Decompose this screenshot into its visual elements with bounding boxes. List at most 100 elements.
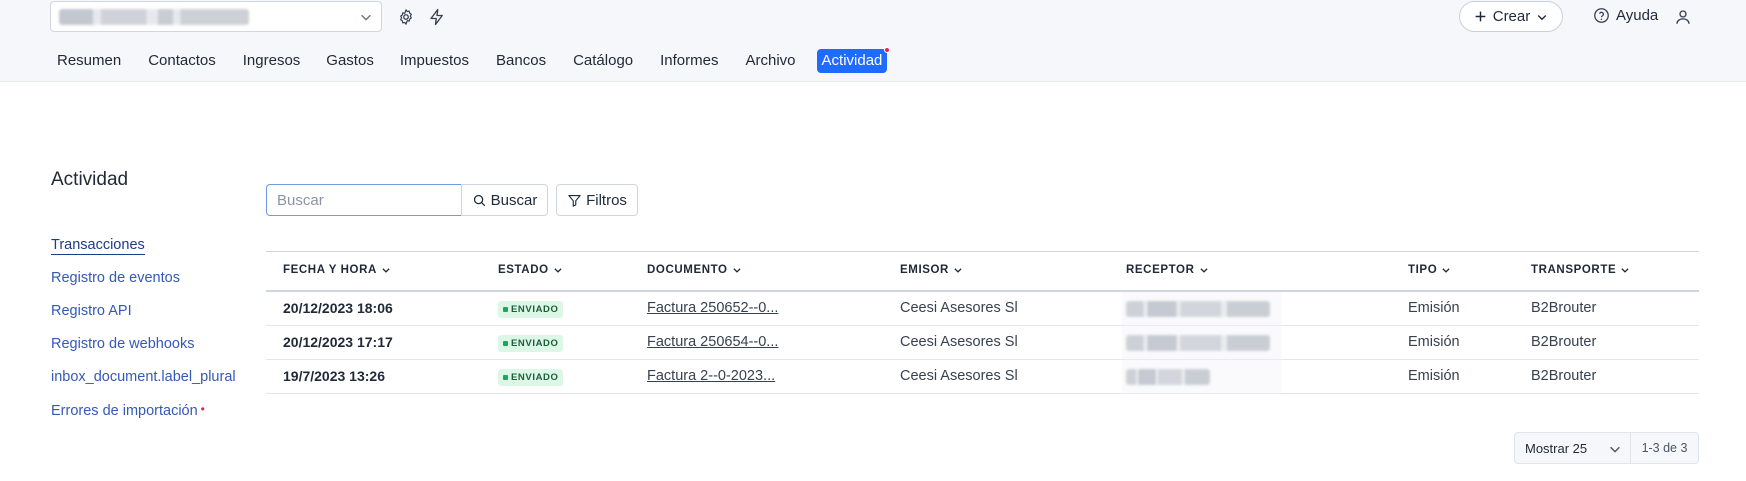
lightning-icon[interactable] (428, 8, 446, 26)
status-badge: ENVIADO (498, 369, 564, 386)
help-label: Ayuda (1616, 7, 1659, 24)
row-issuer: Ceesi Asesores Sl (900, 368, 1018, 384)
chevron-down-icon (1610, 446, 1620, 453)
row-type: Emisión (1408, 334, 1460, 350)
row-transport: B2Brouter (1531, 368, 1597, 384)
status-dot-icon (503, 375, 508, 380)
chevron-down-icon (954, 268, 962, 273)
top-bar: Crear Ayuda Resumen Contactos Ingresos G… (0, 0, 1746, 82)
company-select[interactable] (50, 1, 382, 32)
user-icon[interactable] (1674, 8, 1692, 26)
status-badge-label: ENVIADO (511, 338, 559, 349)
nav-item-gastos[interactable]: Gastos (326, 50, 374, 72)
status-badge: ENVIADO (498, 335, 564, 352)
sidebar-item-inbox-documents[interactable]: inbox_document.label_plural (51, 369, 236, 385)
create-button[interactable]: Crear (1459, 1, 1563, 32)
nav-item-informes[interactable]: Informes (660, 50, 718, 72)
column-header-type-label: TIPO (1408, 264, 1438, 276)
help-link[interactable]: Ayuda (1593, 7, 1658, 24)
sidebar-item-registro-webhooks[interactable]: Registro de webhooks (51, 336, 194, 352)
nav-item-archivo[interactable]: Archivo (745, 50, 795, 72)
row-issuer: Ceesi Asesores Sl (900, 300, 1018, 316)
required-dot: • (200, 402, 205, 416)
chevron-down-icon (1199, 268, 1208, 273)
column-header-document-label: DOCUMENTO (647, 264, 728, 276)
search-button[interactable]: Buscar (461, 184, 548, 216)
search-input[interactable] (266, 184, 462, 216)
column-header-transport[interactable]: TRANSPORTE (1531, 264, 1630, 276)
column-header-receiver[interactable]: RECEPTOR (1126, 264, 1209, 276)
row-type: Emisión (1408, 368, 1460, 384)
nav-item-catalogo[interactable]: Catálogo (573, 50, 633, 72)
main-nav: Resumen Contactos Ingresos Gastos Impues… (57, 47, 891, 73)
table-header: FECHA Y HORA ESTADO DOCUMENTO EMISOR REC… (266, 252, 1699, 292)
page-range: 1-3 de 3 (1631, 432, 1699, 464)
table-row[interactable]: 19/7/2023 13:26 ENVIADO Factura 2--0-202… (266, 360, 1699, 394)
row-transport: B2Brouter (1531, 300, 1597, 316)
column-header-issuer[interactable]: EMISOR (900, 264, 963, 276)
row-type: Emisión (1408, 300, 1460, 316)
status-dot-icon (503, 341, 508, 346)
page-size-label: Mostrar 25 (1525, 440, 1588, 456)
row-receiver-redacted (1126, 369, 1210, 385)
status-badge-label: ENVIADO (511, 372, 559, 383)
filters-button-label: Filtros (586, 191, 627, 209)
nav-item-actividad[interactable]: Actividad (816, 47, 891, 73)
column-header-date-label: FECHA Y HORA (283, 264, 377, 276)
chevron-down-icon (554, 268, 562, 273)
status-dot-icon (503, 307, 508, 312)
transactions-table: FECHA Y HORA ESTADO DOCUMENTO EMISOR REC… (266, 251, 1699, 394)
settings-icon[interactable] (397, 8, 415, 26)
filter-icon (568, 194, 581, 207)
status-badge-label: ENVIADO (511, 304, 559, 315)
table-row[interactable]: 20/12/2023 17:17 ENVIADO Factura 250654-… (266, 326, 1699, 360)
chevron-down-icon (382, 268, 390, 273)
filters-button[interactable]: Filtros (556, 184, 638, 216)
chevron-down-icon (1621, 268, 1629, 273)
sidebar-item-transacciones[interactable]: Transacciones (51, 237, 145, 255)
nav-item-actividad-label: Actividad (821, 52, 883, 69)
column-header-transport-label: TRANSPORTE (1531, 264, 1617, 276)
column-header-status-label: ESTADO (498, 264, 549, 276)
column-header-type[interactable]: TIPO (1408, 264, 1451, 276)
chevron-down-icon (1442, 268, 1450, 273)
document-link[interactable]: Factura 250652--0... (647, 300, 778, 316)
row-transport: B2Brouter (1531, 334, 1597, 350)
chevron-down-icon (733, 268, 741, 273)
row-issuer: Ceesi Asesores Sl (900, 334, 1018, 350)
notification-dot (884, 47, 891, 53)
row-receiver-redacted (1126, 335, 1270, 351)
chevron-down-icon (361, 14, 371, 21)
chevron-down-icon (1538, 14, 1547, 20)
column-header-date[interactable]: FECHA Y HORA (283, 264, 391, 276)
document-link[interactable]: Factura 2--0-2023... (647, 368, 775, 384)
column-header-document[interactable]: DOCUMENTO (647, 264, 742, 276)
nav-item-ingresos[interactable]: Ingresos (243, 50, 301, 72)
column-header-receiver-label: RECEPTOR (1126, 264, 1195, 276)
page-size-select[interactable]: Mostrar 25 (1514, 432, 1631, 464)
nav-item-impuestos[interactable]: Impuestos (400, 50, 469, 72)
nav-item-resumen[interactable]: Resumen (57, 50, 121, 72)
column-header-status[interactable]: ESTADO (498, 264, 563, 276)
table-row[interactable]: 20/12/2023 18:06 ENVIADO Factura 250652-… (266, 292, 1699, 326)
nav-item-contactos[interactable]: Contactos (148, 50, 216, 72)
row-date: 19/7/2023 13:26 (283, 368, 385, 384)
row-date: 20/12/2023 17:17 (283, 334, 393, 350)
page-title: Actividad (51, 169, 129, 190)
plus-icon (1475, 11, 1486, 22)
nav-item-bancos[interactable]: Bancos (496, 50, 546, 72)
company-name-redacted (59, 9, 249, 25)
row-receiver-redacted (1126, 301, 1270, 317)
search-button-label: Buscar (490, 191, 538, 209)
search-icon (473, 194, 485, 206)
sidebar-item-registro-eventos[interactable]: Registro de eventos (51, 270, 180, 286)
sidebar-item-errores-importacion-label: Errores de importación (51, 403, 198, 419)
sidebar-item-registro-api[interactable]: Registro API (51, 303, 132, 319)
help-circle-icon (1594, 8, 1609, 23)
sidebar-item-errores-importacion[interactable]: Errores de importación • (51, 402, 205, 419)
row-date: 20/12/2023 18:06 (283, 300, 393, 316)
create-button-label: Crear (1492, 8, 1531, 25)
status-badge: ENVIADO (498, 301, 564, 318)
column-header-issuer-label: EMISOR (900, 264, 949, 276)
document-link[interactable]: Factura 250654--0... (647, 334, 778, 350)
